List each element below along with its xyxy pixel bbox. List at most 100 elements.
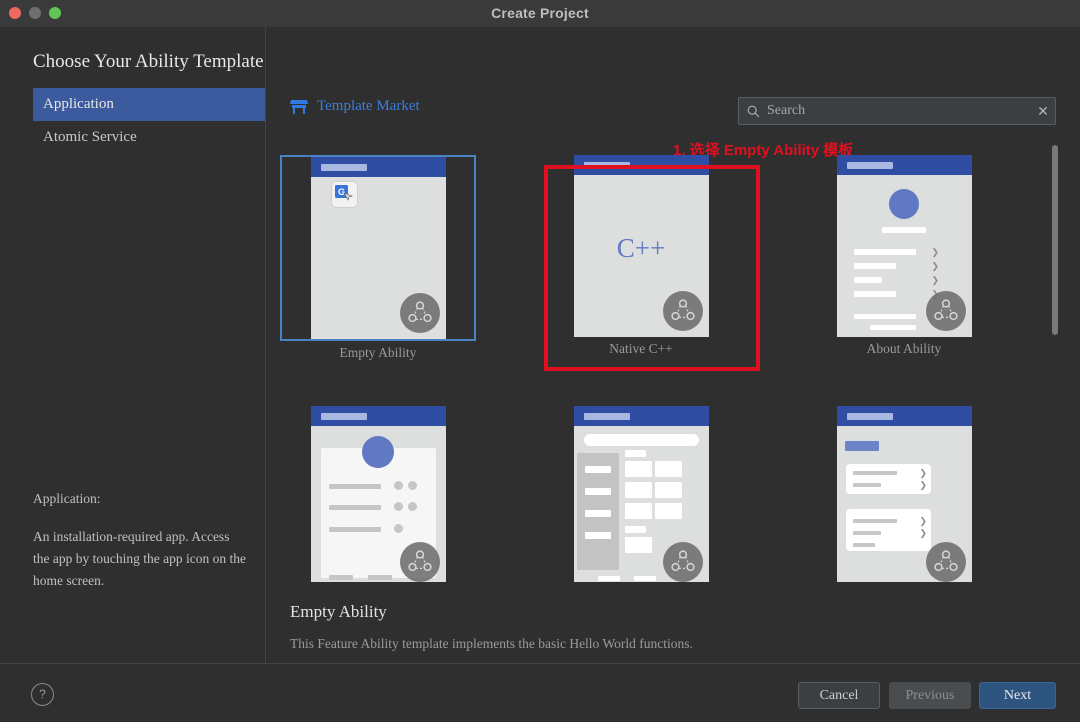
preview-line: [854, 314, 916, 319]
preview-line: [854, 249, 916, 255]
hos-badge-icon: [926, 542, 966, 582]
preview-line: [853, 531, 881, 535]
template-thumbnail: [543, 401, 739, 582]
preview-line: [625, 526, 646, 533]
create-project-dialog: Create Project Choose Your Ability Templ…: [0, 0, 1080, 722]
preview-tile: [625, 482, 652, 498]
svg-text:G: G: [338, 187, 345, 197]
template-card-empty-ability[interactable]: G: [280, 155, 476, 355]
preview-line: [634, 576, 656, 581]
template-card-settings[interactable]: ❯ ❯ ❯ ❯: [806, 401, 1002, 582]
previous-button[interactable]: Previous: [889, 682, 971, 709]
preview-appbar: [574, 155, 709, 175]
preview-line: [625, 450, 646, 457]
preview-line: [598, 576, 620, 581]
preview-tile: [655, 503, 682, 519]
preview-line: [853, 471, 897, 475]
search-input[interactable]: [760, 102, 1031, 120]
sidebar-item-application[interactable]: Application: [33, 88, 265, 121]
preview-tile: [655, 461, 682, 477]
template-label: About Ability: [867, 341, 942, 357]
preview-line: [854, 291, 896, 297]
hos-badge-icon: [400, 542, 440, 582]
selected-template-title: Empty Ability: [290, 602, 387, 622]
dialog-footer: ? 2. Next 即可 Cancel Previous Next: [0, 663, 1080, 722]
preview-card: [846, 464, 931, 494]
google-translate-icon: G: [332, 182, 357, 207]
template-card-profile[interactable]: [280, 401, 476, 582]
chevron-right-icon: ❯: [932, 275, 940, 286]
preview-heading: [845, 441, 879, 451]
hos-badge-icon: [400, 293, 440, 333]
chevron-right-icon: ❯: [932, 261, 940, 272]
window-titlebar: Create Project: [0, 0, 1080, 28]
template-grid: G: [266, 137, 1056, 582]
preview-dot: [408, 502, 417, 511]
preview-avatar: [362, 436, 394, 468]
template-label: Native C++: [609, 341, 673, 357]
ability-type-list: Application Atomic Service: [33, 88, 265, 154]
cpp-logo-icon: C++: [574, 233, 709, 264]
description-label: Application:: [33, 488, 247, 510]
search-icon: [747, 105, 760, 118]
preview-line: [368, 575, 392, 580]
preview-line: [870, 325, 916, 330]
preview-line: [853, 483, 881, 487]
template-thumbnail: C++: [543, 155, 739, 337]
dialog-body: Choose Your Ability Template Application…: [0, 27, 1080, 663]
preview-dot: [408, 481, 417, 490]
template-grid-scroll: G: [266, 137, 1080, 582]
preview-line: [329, 484, 381, 489]
hos-badge-icon: [663, 542, 703, 582]
template-label: Empty Ability: [340, 345, 417, 361]
preview-tile: [655, 482, 682, 498]
preview-dot: [394, 502, 403, 511]
clear-search-icon[interactable]: ✕: [1031, 103, 1055, 120]
template-card-about-ability[interactable]: ❯ ❯ ❯ ❯: [806, 155, 1002, 355]
search-box[interactable]: ✕: [738, 97, 1056, 125]
preview-tile: [625, 537, 652, 553]
cancel-button[interactable]: Cancel: [798, 682, 880, 709]
template-preview-about: ❯ ❯ ❯ ❯: [837, 155, 972, 337]
template-preview-catalog: [574, 406, 709, 582]
next-button[interactable]: Next: [979, 682, 1056, 709]
preview-dot: [394, 481, 403, 490]
preview-appbar: [574, 406, 709, 426]
preview-line: [854, 263, 896, 269]
scrollbar-thumb[interactable]: [1052, 145, 1058, 335]
right-pane: Template Market ✕ 1. 选择 Empty Ability 模板: [266, 27, 1080, 663]
preview-line: [585, 510, 611, 517]
chevron-right-icon: ❯: [920, 468, 928, 479]
description-text: An installation-required app. Access the…: [33, 526, 247, 592]
preview-line: [329, 505, 381, 510]
preview-line: [329, 575, 353, 580]
template-preview-settings: ❯ ❯ ❯ ❯: [837, 406, 972, 582]
preview-line: [329, 527, 381, 532]
preview-search-bar: [584, 434, 699, 446]
preview-tile: [625, 503, 652, 519]
preview-line: [585, 466, 611, 473]
template-preview-empty: G: [311, 157, 446, 339]
preview-appbar: [837, 406, 972, 426]
window-title: Create Project: [0, 0, 1080, 27]
ability-type-description: Application: An installation-required ap…: [33, 488, 247, 592]
template-market-link[interactable]: Template Market: [290, 98, 420, 115]
preview-line: [854, 277, 882, 283]
template-thumbnail: [280, 401, 476, 582]
template-preview-cpp: C++: [574, 155, 709, 337]
preview-appbar: [311, 406, 446, 426]
chevron-right-icon: ❯: [920, 528, 928, 539]
hos-badge-icon: [926, 291, 966, 331]
page-title: Choose Your Ability Template: [33, 51, 264, 73]
template-card-catalog[interactable]: [543, 401, 739, 582]
sidebar-item-atomic-service[interactable]: Atomic Service: [33, 121, 265, 154]
help-icon[interactable]: ?: [31, 683, 54, 706]
template-preview-profile: [311, 406, 446, 582]
template-grid-scrollbar[interactable]: [1052, 145, 1058, 574]
left-pane: Choose Your Ability Template Application…: [0, 27, 266, 663]
hos-badge-icon: [663, 291, 703, 331]
template-card-native-cpp[interactable]: C++: [543, 155, 739, 355]
shop-icon: [290, 99, 308, 115]
selected-template-description: This Feature Ability template implements…: [290, 636, 693, 652]
template-market-label: Template Market: [317, 98, 420, 115]
